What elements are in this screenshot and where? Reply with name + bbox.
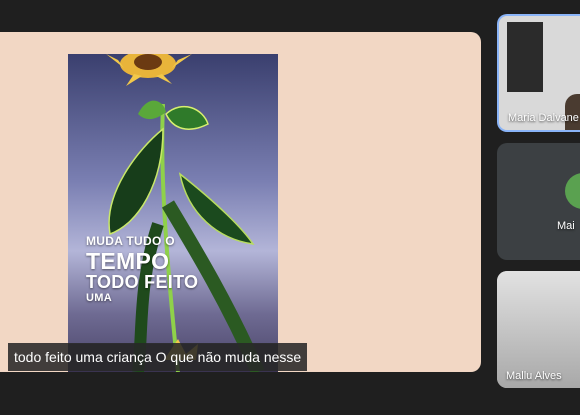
- live-caption: todo feito uma criança O que não muda ne…: [8, 343, 308, 371]
- participant-name: Mallu Alves: [506, 370, 562, 382]
- shared-poster-image: MUDA TUDO O TEMPO TODO FEITO UMA: [68, 54, 278, 372]
- participant-tile-maria-dalvane[interactable]: Maria Dalvane: [497, 14, 580, 132]
- video-window-shape: [507, 22, 543, 92]
- avatar: [565, 173, 580, 209]
- poster-line-2: TEMPO: [86, 248, 170, 274]
- presentation-area: MUDA TUDO O TEMPO TODO FEITO UMA todo fe…: [0, 32, 481, 372]
- poster-line-4: UMA: [86, 292, 112, 304]
- sunflower-illustration: [68, 54, 278, 372]
- participant-tile-mai[interactable]: Mai: [497, 143, 580, 260]
- participant-name: Maria Dalvane: [508, 112, 579, 124]
- participant-name: Mai: [557, 220, 575, 232]
- poster-line-3: TODO FEITO: [86, 272, 199, 292]
- poster-line-1: MUDA TUDO O: [86, 234, 175, 248]
- participant-tile-mallu-alves[interactable]: Mallu Alves: [497, 271, 580, 388]
